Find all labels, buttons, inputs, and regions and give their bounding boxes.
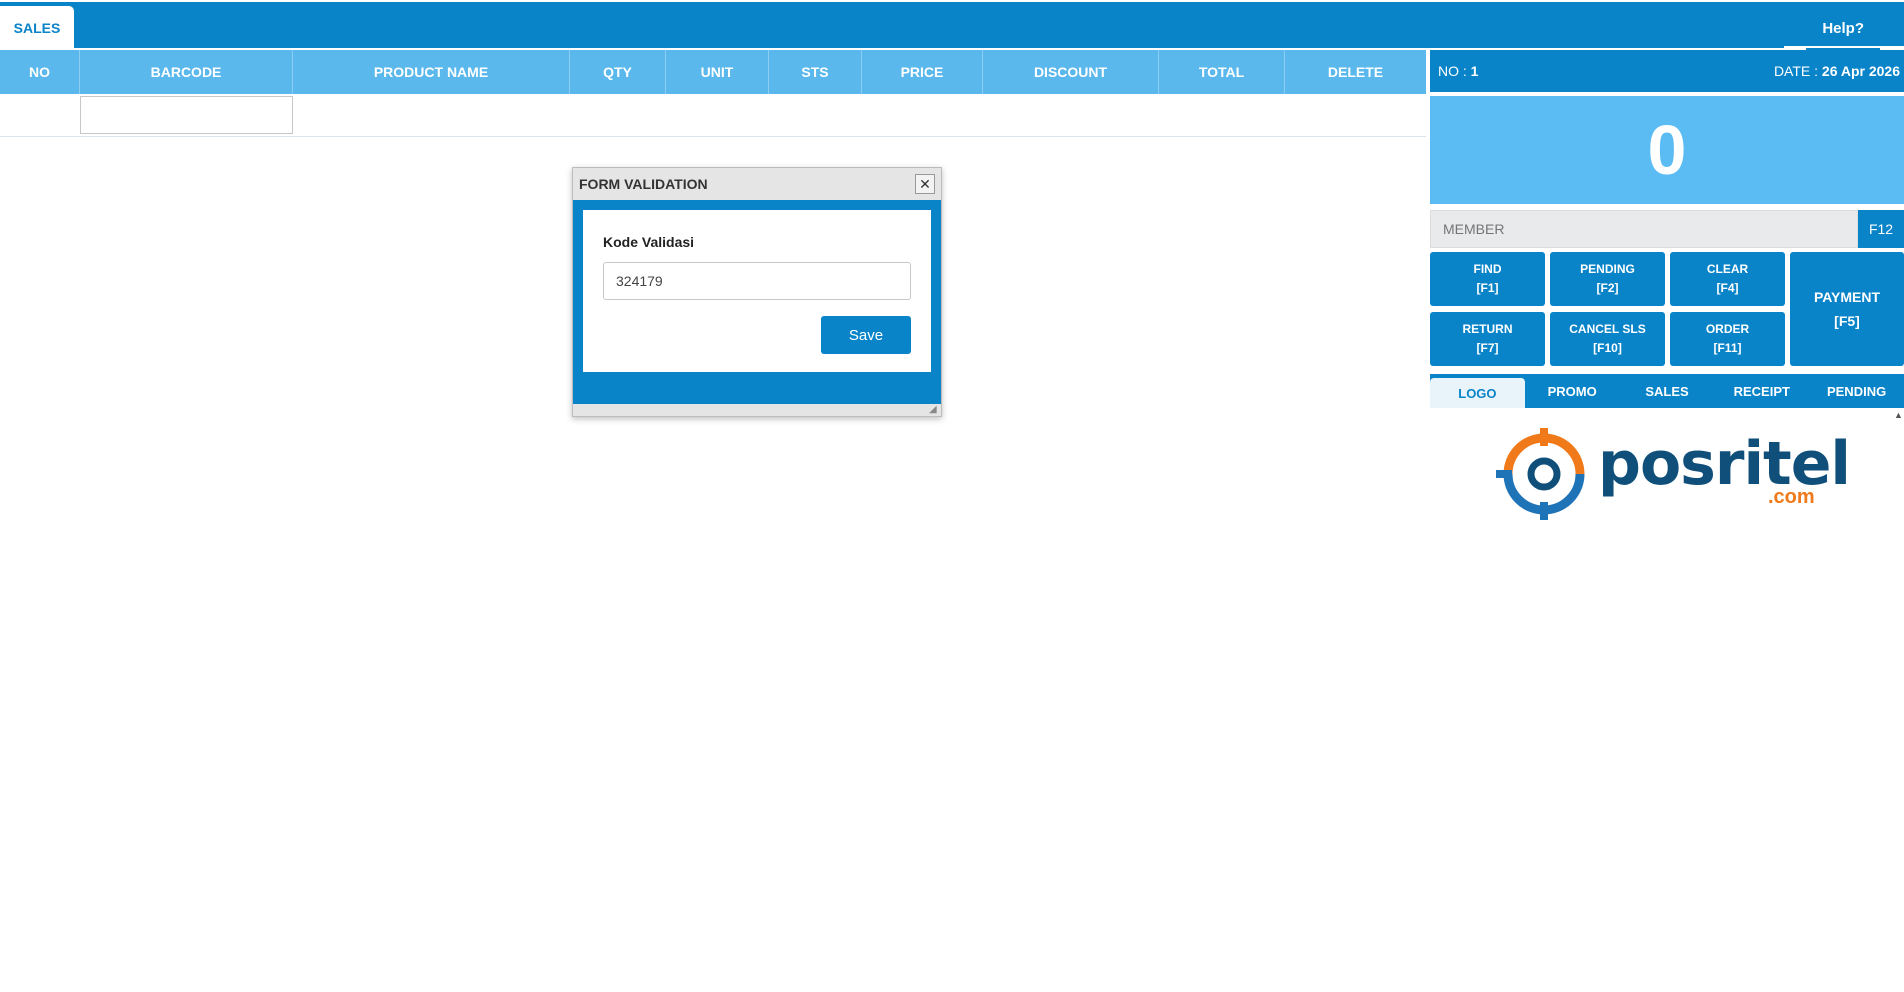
tab-panel-sales[interactable]: SALES: [1620, 374, 1715, 408]
order-key: [F11]: [1713, 341, 1742, 355]
return-label: RETURN: [1462, 322, 1513, 336]
logo-mark-icon: [1496, 428, 1585, 520]
find-button[interactable]: FIND [F1]: [1430, 252, 1545, 306]
scroll-up-icon[interactable]: ▲: [1894, 410, 1904, 420]
function-buttons: FIND [F1] PENDING [F2] CLEAR [F4] PAYMEN…: [1430, 252, 1904, 368]
barcode-input[interactable]: [80, 96, 293, 134]
validation-code-input[interactable]: [603, 262, 911, 300]
clear-key: [F4]: [1716, 281, 1739, 295]
order-button[interactable]: ORDER [F11]: [1670, 312, 1785, 366]
tab-logo[interactable]: LOGO: [1430, 378, 1525, 408]
pending-key: [F2]: [1596, 281, 1619, 295]
payment-key: [F5]: [1834, 313, 1860, 329]
close-icon[interactable]: ✕: [915, 174, 935, 194]
help-button[interactable]: Help?: [1806, 6, 1880, 50]
transaction-date: DATE : 26 Apr 2026: [1774, 63, 1900, 79]
col-price: PRICE: [862, 50, 983, 94]
cancel-key: [F10]: [1593, 341, 1622, 355]
col-discount: DISCOUNT: [983, 50, 1159, 94]
member-row: F12: [1430, 210, 1904, 248]
payment-button[interactable]: PAYMENT [F5]: [1790, 252, 1904, 366]
panel-tabs: LOGO PROMO SALES RECEIPT PENDING: [1430, 374, 1904, 408]
find-label: FIND: [1473, 262, 1502, 276]
top-bar: [0, 2, 1904, 48]
total-display: 0: [1430, 96, 1904, 204]
transaction-number: NO : 1: [1438, 63, 1478, 79]
col-total: TOTAL: [1159, 50, 1285, 94]
date-label: DATE :: [1773, 63, 1819, 79]
form-validation-dialog: FORM VALIDATION ✕ Kode Validasi Save ◢: [572, 167, 942, 417]
date-value: 26 Apr 2026: [1821, 63, 1900, 79]
tab-sales[interactable]: SALES: [0, 6, 74, 50]
logo-text: posritel: [1598, 429, 1851, 499]
no-value: 1: [1470, 63, 1479, 79]
dialog-body: Kode Validasi Save: [573, 200, 941, 404]
find-key: [F1]: [1476, 281, 1499, 295]
col-no: NO: [0, 50, 80, 94]
col-product-name: PRODUCT NAME: [293, 50, 570, 94]
order-label: ORDER: [1705, 322, 1750, 336]
posritel-logo: posritel .com: [1494, 424, 1851, 524]
tab-promo[interactable]: PROMO: [1525, 374, 1620, 408]
tab-receipt[interactable]: RECEIPT: [1714, 374, 1809, 408]
save-button[interactable]: Save: [821, 316, 911, 354]
cancel-sales-button[interactable]: CANCEL SLS [F10]: [1550, 312, 1665, 366]
validation-code-label: Kode Validasi: [603, 234, 695, 250]
col-sts: STS: [769, 50, 862, 94]
clear-label: CLEAR: [1706, 262, 1749, 276]
right-panel: NO : 1 DATE : 26 Apr 2026 0 F12 FIND [F1…: [1430, 50, 1904, 408]
return-key: [F7]: [1476, 341, 1499, 355]
no-label: NO :: [1438, 63, 1467, 79]
help-underline: [1784, 46, 1904, 48]
return-button[interactable]: RETURN [F7]: [1430, 312, 1545, 366]
pending-label: PENDING: [1580, 262, 1635, 276]
col-barcode: BARCODE: [80, 50, 293, 94]
row-no-cell: [0, 94, 80, 136]
member-f12-button[interactable]: F12: [1858, 210, 1904, 248]
table-row: [0, 94, 1426, 137]
col-qty: QTY: [570, 50, 666, 94]
dialog-title: FORM VALIDATION: [579, 176, 708, 192]
resize-grip-icon[interactable]: ◢: [929, 404, 939, 415]
transaction-info: NO : 1 DATE : 26 Apr 2026: [1430, 50, 1904, 92]
col-delete: DELETE: [1327, 64, 1384, 80]
grid-header: NO BARCODE PRODUCT NAME QTY UNIT STS PRI…: [0, 50, 1426, 94]
payment-label: PAYMENT: [1813, 289, 1881, 305]
pending-button[interactable]: PENDING [F2]: [1550, 252, 1665, 306]
logo-suffix: .com: [1768, 486, 1815, 508]
clear-button[interactable]: CLEAR [F4]: [1670, 252, 1785, 306]
cancel-label: CANCEL SLS: [1569, 322, 1646, 336]
col-unit: UNIT: [666, 50, 769, 94]
member-input[interactable]: [1430, 210, 1858, 248]
tab-pending[interactable]: PENDING: [1809, 374, 1904, 408]
dialog-form: Kode Validasi Save: [583, 210, 931, 372]
